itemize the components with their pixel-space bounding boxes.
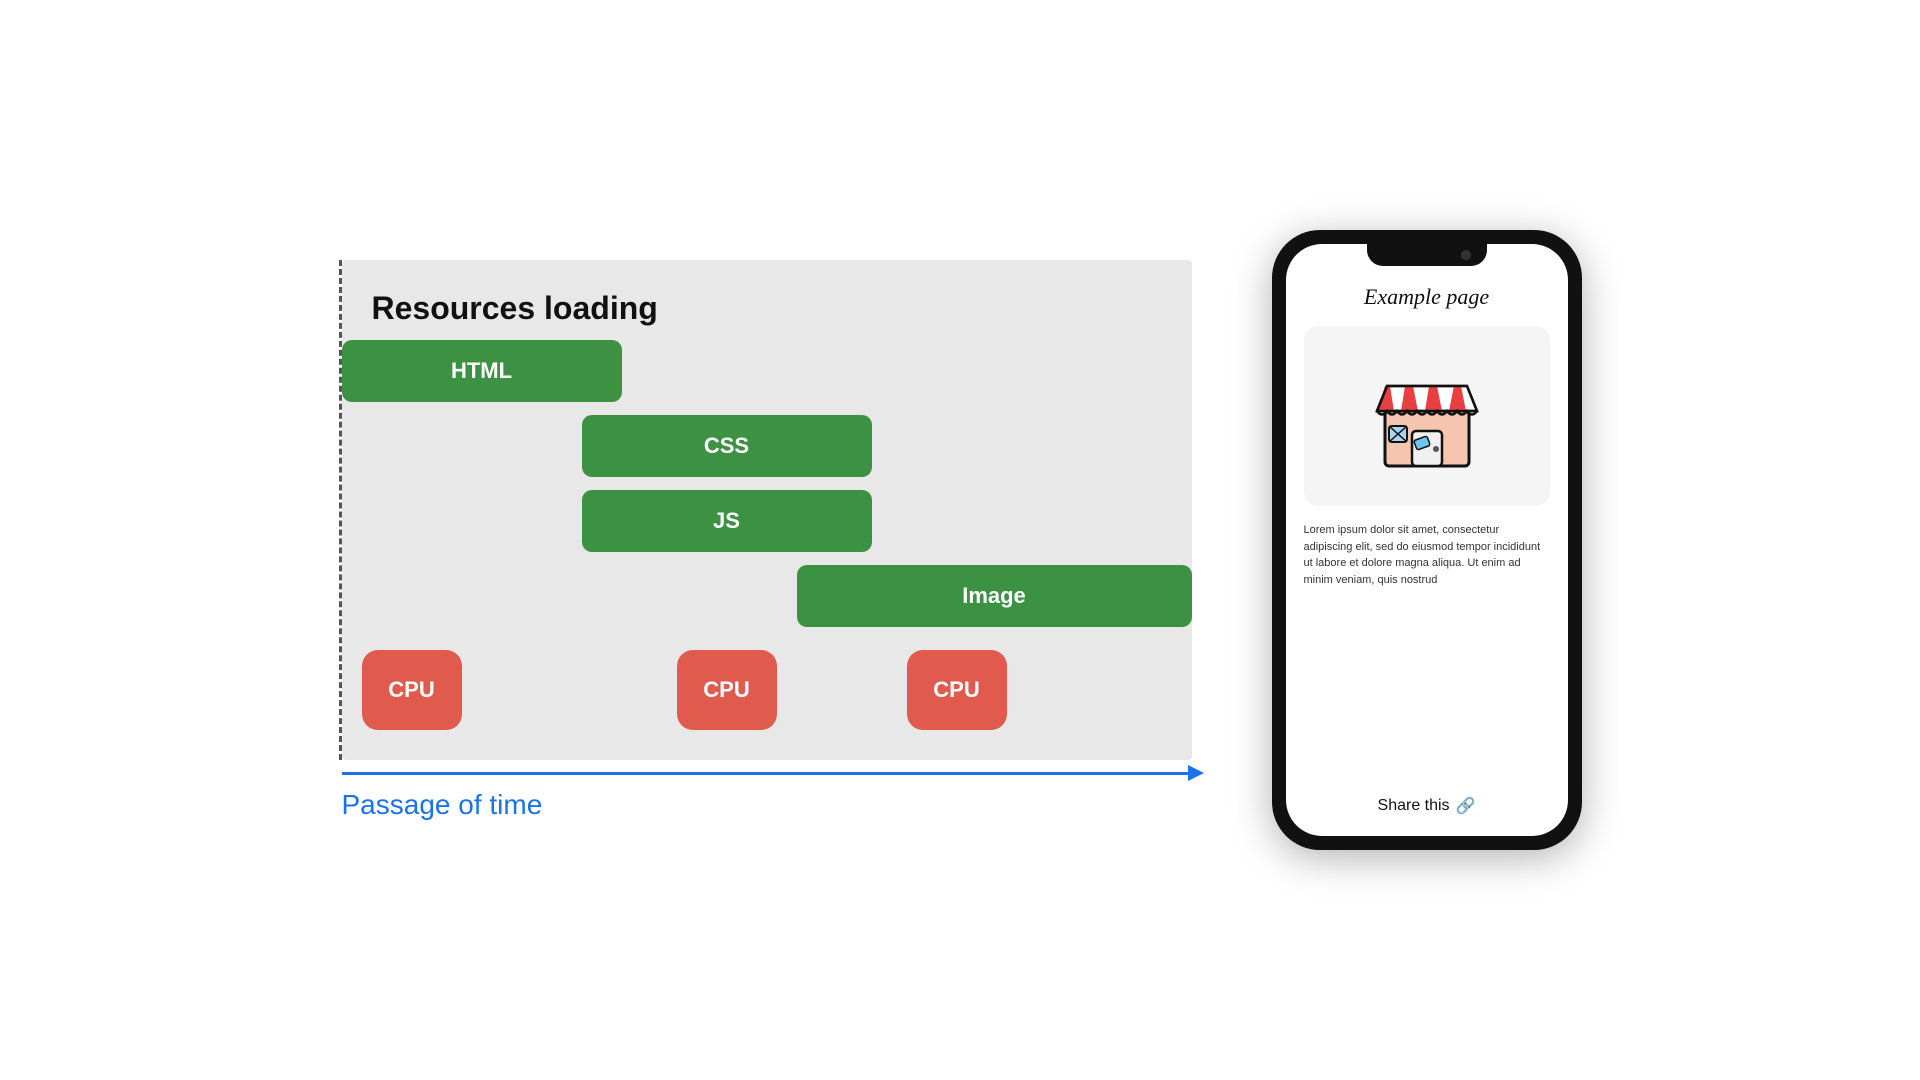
diagram-outer: Resources loading HTML CSS JS Image CPU bbox=[339, 260, 1192, 760]
diagram-title: Resources loading bbox=[372, 290, 1162, 327]
phone-device: Example page bbox=[1272, 230, 1582, 850]
store-image-card bbox=[1304, 326, 1550, 506]
js-bar: JS bbox=[582, 490, 872, 552]
page-body-text: Lorem ipsum dolor sit amet, consectetur … bbox=[1304, 522, 1550, 588]
cpu-block-2: CPU bbox=[677, 650, 777, 730]
share-label[interactable]: Share this bbox=[1378, 797, 1450, 815]
page-title: Example page bbox=[1364, 284, 1489, 310]
diagram-section: Resources loading HTML CSS JS Image CPU bbox=[339, 260, 1192, 821]
css-bar: CSS bbox=[582, 415, 872, 477]
store-icon bbox=[1367, 356, 1487, 476]
share-row[interactable]: Share this 🔗 bbox=[1378, 796, 1476, 816]
phone-notch bbox=[1367, 244, 1487, 266]
phone-camera bbox=[1461, 250, 1471, 260]
phone-screen: Example page bbox=[1286, 244, 1568, 836]
cpu-block-3: CPU bbox=[907, 650, 1007, 730]
main-container: Resources loading HTML CSS JS Image CPU bbox=[0, 230, 1920, 850]
image-bar: Image bbox=[797, 565, 1192, 627]
link-icon: 🔗 bbox=[1456, 796, 1476, 816]
phone-section: Example page bbox=[1272, 230, 1582, 850]
time-axis-label: Passage of time bbox=[342, 789, 543, 821]
cpu-block-1: CPU bbox=[362, 650, 462, 730]
html-bar: HTML bbox=[342, 340, 622, 402]
time-arrow bbox=[342, 772, 1192, 775]
resources-loading-diagram: Resources loading HTML CSS JS Image CPU bbox=[342, 260, 1192, 760]
time-axis-container bbox=[342, 772, 1192, 775]
